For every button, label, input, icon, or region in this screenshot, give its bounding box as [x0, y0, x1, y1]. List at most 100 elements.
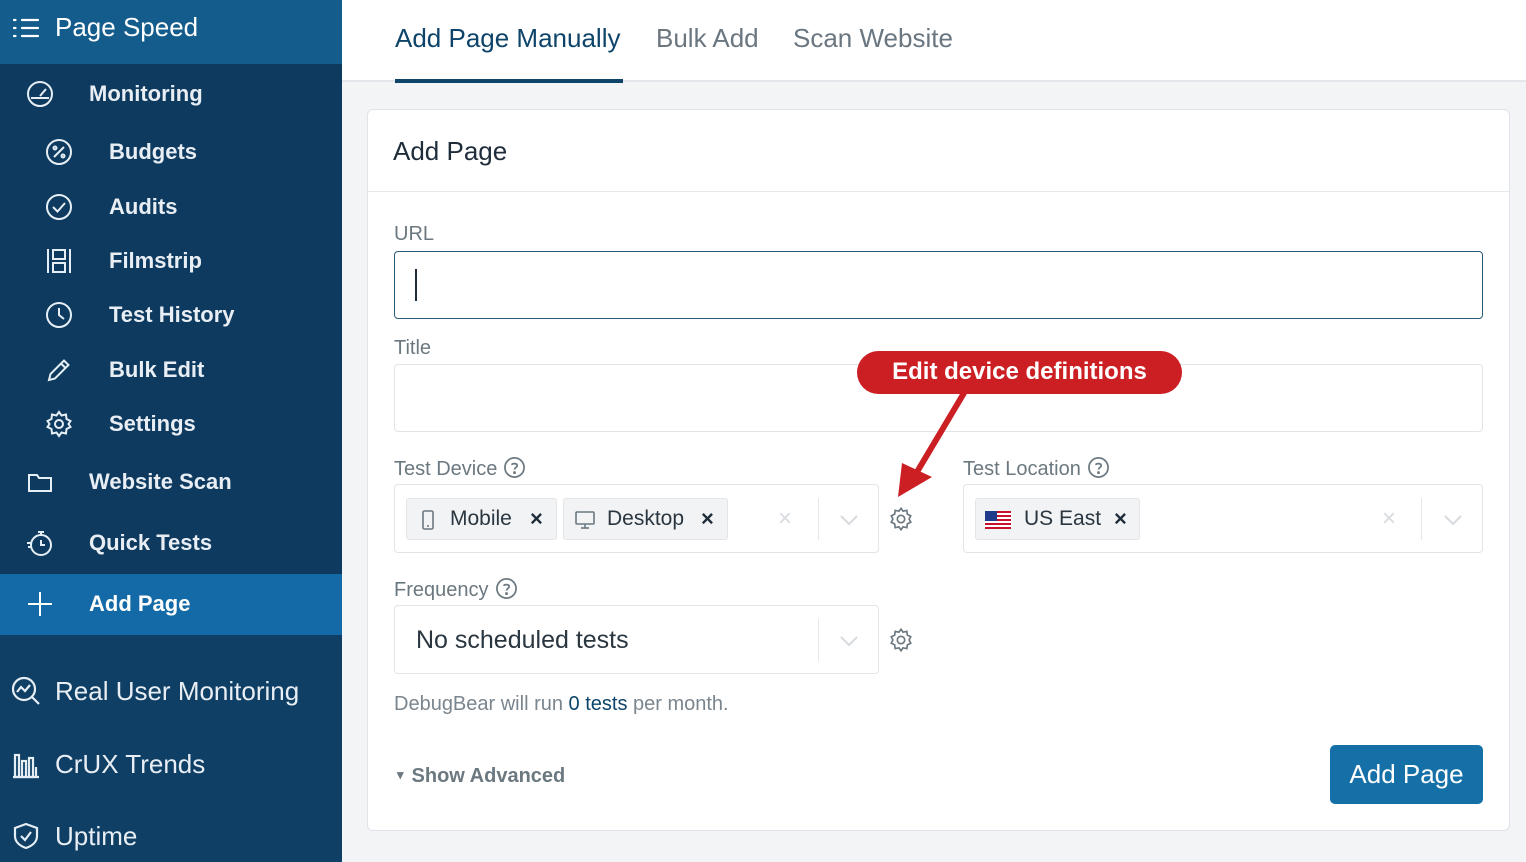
edit-device-settings-gear-icon[interactable] — [888, 506, 914, 532]
frequency-settings-gear-icon[interactable] — [888, 627, 914, 653]
pencil-icon — [47, 359, 70, 382]
device-chip-desktop: Desktop × — [563, 498, 728, 540]
plus-icon — [28, 592, 52, 616]
sidebar-item-crux-trends[interactable]: CrUX Trends — [0, 731, 342, 795]
tests-per-month-note: DebugBear will run 0 tests per month. — [394, 692, 729, 716]
sidebar-item-add-page[interactable]: Add Page — [0, 574, 342, 635]
gauge-icon — [27, 81, 53, 107]
text-caret — [415, 269, 417, 301]
url-label: URL — [394, 223, 435, 245]
bar-chart-icon — [13, 753, 39, 779]
sidebar: Page Speed Monitoring Budgets Audits Fil… — [0, 0, 342, 862]
active-tab-indicator — [395, 79, 623, 83]
help-icon[interactable] — [503, 456, 526, 479]
sidebar-item-label: Bulk Edit — [109, 357, 205, 382]
mobile-icon — [422, 510, 434, 530]
chip-remove-button[interactable]: × — [530, 507, 543, 531]
note-count-value: 0 — [568, 693, 580, 715]
chip-label: US East — [1024, 507, 1102, 530]
sidebar-item-label: Audits — [109, 194, 178, 219]
check-circle-icon — [46, 194, 72, 220]
frequency-select[interactable]: No scheduled tests — [394, 605, 879, 674]
select-separator — [818, 619, 819, 661]
sidebar-item-label: Real User Monitoring — [55, 676, 300, 706]
sidebar-item-test-history[interactable]: Test History — [0, 288, 342, 342]
shield-check-icon — [13, 822, 39, 850]
chip-remove-button[interactable]: × — [1114, 507, 1127, 531]
tab-add-page-manually[interactable]: Add Page Manually — [395, 22, 620, 54]
card-title: Add Page — [393, 136, 508, 166]
chevron-down-icon[interactable] — [1442, 509, 1464, 531]
rum-icon — [11, 676, 40, 705]
filmstrip-icon — [47, 249, 71, 273]
note-count: 0 tests — [569, 693, 628, 715]
annotation-arrow-icon — [898, 390, 967, 497]
sidebar-item-real-user-monitoring[interactable]: Real User Monitoring — [0, 658, 342, 722]
percent-icon — [46, 139, 72, 165]
sidebar-item-label: Website Scan — [89, 469, 232, 494]
help-icon[interactable] — [1087, 456, 1110, 479]
sidebar-title: Page Speed — [55, 12, 199, 42]
gear-icon — [46, 410, 72, 438]
select-separator — [818, 498, 819, 540]
sidebar-item-settings[interactable]: Settings — [0, 397, 342, 451]
test-device-label-text: Test Device — [394, 458, 498, 480]
chip-remove-button[interactable]: × — [701, 507, 714, 531]
test-device-label: Test Device — [394, 456, 526, 481]
clear-selection-button[interactable]: × — [778, 507, 792, 531]
card-header: Add Page — [368, 110, 1509, 192]
frequency-label: Frequency — [394, 577, 518, 602]
test-device-select[interactable]: Mobile × Desktop × × — [394, 484, 879, 553]
sidebar-item-label: Filmstrip — [109, 248, 202, 273]
test-location-label: Test Location — [963, 456, 1110, 481]
note-middle: tests — [579, 693, 628, 715]
clear-selection-button[interactable]: × — [1382, 507, 1396, 531]
sidebar-item-label: Quick Tests — [89, 530, 213, 555]
sidebar-item-uptime[interactable]: Uptime — [0, 803, 342, 862]
location-chip-us-east: US East × — [975, 498, 1140, 540]
test-location-select[interactable]: US East × × — [963, 484, 1483, 553]
device-chip-mobile: Mobile × — [406, 498, 557, 540]
chevron-down-icon[interactable] — [838, 630, 860, 652]
sidebar-item-label: CrUX Trends — [55, 749, 206, 779]
sidebar-item-bulk-edit[interactable]: Bulk Edit — [0, 343, 342, 397]
caret-down-icon: ▾ — [397, 767, 404, 782]
sidebar-item-label: Budgets — [109, 139, 197, 164]
url-input[interactable] — [394, 251, 1483, 319]
sidebar-item-label: Add Page — [89, 591, 191, 616]
chip-label: Mobile — [450, 507, 512, 530]
frequency-value: No scheduled tests — [416, 626, 629, 654]
sidebar-item-monitoring[interactable]: Monitoring — [0, 67, 342, 121]
tab-scan-website[interactable]: Scan Website — [793, 22, 953, 54]
tab-bar: Add Page Manually Bulk Add Scan Website — [342, 0, 1526, 83]
title-label: Title — [394, 337, 432, 359]
sidebar-item-label: Test History — [109, 302, 235, 327]
show-advanced-toggle[interactable]: ▾ Show Advanced — [397, 763, 565, 788]
sidebar-item-label: Uptime — [55, 821, 138, 851]
sidebar-item-quick-tests[interactable]: Quick Tests — [0, 516, 342, 570]
desktop-icon — [575, 511, 595, 529]
sidebar-item-website-scan[interactable]: Website Scan — [0, 455, 342, 509]
show-advanced-label: Show Advanced — [411, 765, 566, 787]
sidebar-item-filmstrip[interactable]: Filmstrip — [0, 234, 342, 288]
sidebar-item-audits[interactable]: Audits — [0, 180, 342, 234]
sidebar-item-budgets[interactable]: Budgets — [0, 125, 342, 179]
folder-icon — [28, 474, 52, 492]
select-separator — [1421, 498, 1422, 540]
sidebar-item-label: Monitoring — [89, 81, 203, 106]
frequency-label-text: Frequency — [394, 579, 489, 601]
help-icon[interactable] — [495, 577, 518, 600]
note-prefix: DebugBear will run — [394, 693, 569, 715]
test-location-label-text: Test Location — [963, 458, 1081, 480]
tab-bulk-add[interactable]: Bulk Add — [656, 22, 759, 54]
chevron-down-icon[interactable] — [838, 509, 860, 531]
us-flag-icon — [985, 511, 1011, 529]
clock-icon — [46, 302, 72, 328]
note-suffix: per month. — [627, 693, 729, 715]
chip-label: Desktop — [607, 507, 685, 530]
add-page-button[interactable]: Add Page — [1330, 745, 1483, 804]
list-icon — [12, 18, 40, 38]
sidebar-header[interactable]: Page Speed — [0, 0, 342, 64]
sidebar-item-label: Settings — [109, 411, 196, 436]
stopwatch-icon — [27, 531, 52, 556]
